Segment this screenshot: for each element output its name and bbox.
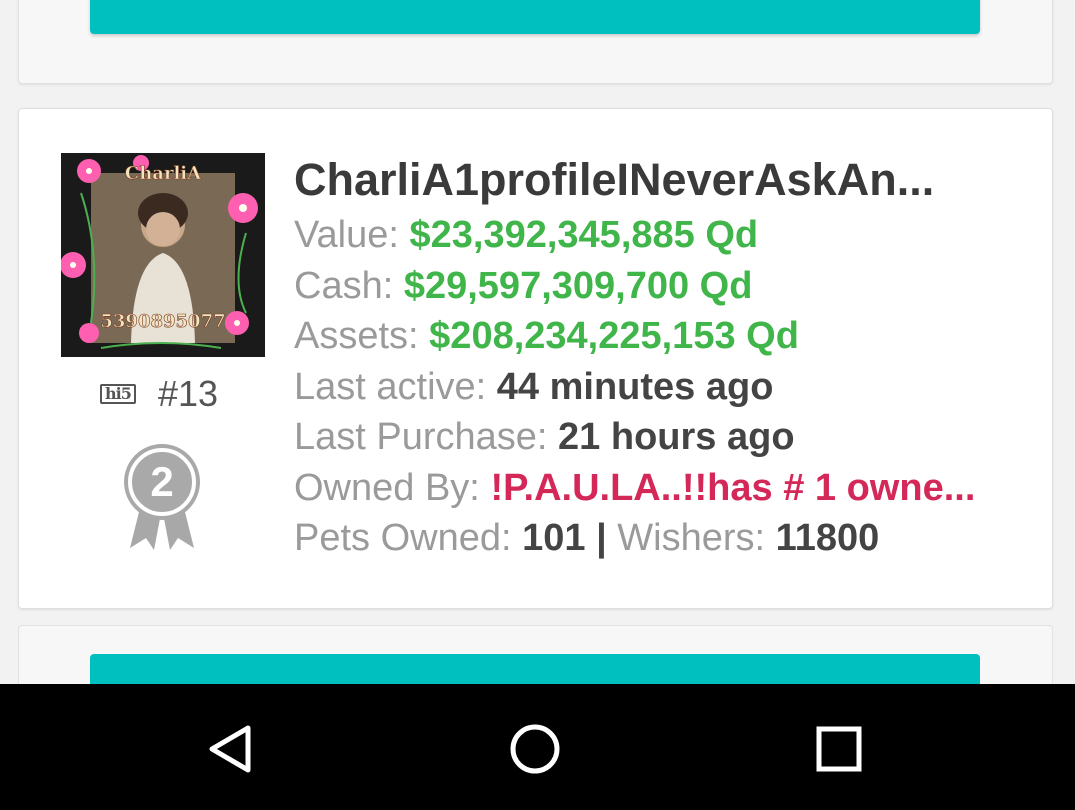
- recents-icon[interactable]: [804, 714, 874, 784]
- wishers-label: Wishers:: [617, 517, 766, 559]
- previous-card-action-button[interactable]: [90, 0, 980, 34]
- cash-label: Cash:: [294, 264, 394, 307]
- assets-row: Assets: $208,234,225,153 Qd: [294, 311, 1014, 362]
- last-purchase-label: Last Purchase:: [294, 416, 548, 458]
- android-navigation-bar: [0, 684, 1075, 810]
- last-active-row: Last active: 44 minutes ago: [294, 362, 1014, 413]
- cash-amount: $29,597,309,700 Qd: [403, 264, 753, 307]
- avatar[interactable]: CharliA 5390895077: [61, 153, 265, 357]
- last-active-value: 44 minutes ago: [496, 365, 774, 408]
- last-purchase-row: Last Purchase: 21 hours ago: [294, 412, 1014, 463]
- profile-name[interactable]: CharliA1profileINeverAskAn...: [294, 150, 1014, 210]
- owned-by-row: Owned By: !P.A.U.LA..!!has # 1 owne...: [294, 463, 1014, 514]
- value-row: Value: $23,392,345,885 Qd: [294, 210, 1014, 261]
- rank-number: #13: [158, 373, 219, 414]
- owned-by-label: Owned By:: [294, 466, 480, 509]
- pets-owned-label: Pets Owned:: [294, 517, 512, 559]
- last-purchase-value: 21 hours ago: [558, 416, 795, 458]
- pets-wishers-row: Pets Owned: 101 | Wishers: 11800: [294, 513, 1014, 564]
- pets-owned-value: 101: [522, 517, 586, 559]
- cash-row: Cash: $29,597,309,700 Qd: [294, 261, 1014, 312]
- home-icon[interactable]: [500, 714, 570, 784]
- ribbon-badge-icon: 2: [120, 440, 204, 552]
- profile-info: CharliA1profileINeverAskAn... Value: $23…: [294, 150, 1014, 564]
- badge-number: 2: [150, 458, 173, 505]
- hi5-logo-icon: hi5: [100, 383, 150, 405]
- value-label: Value:: [294, 214, 399, 256]
- value-amount: $23,392,345,885 Qd: [409, 214, 759, 256]
- page: CharliA 5390895077 hi5 #13 2 CharliA1pro…: [0, 0, 1075, 810]
- assets-label: Assets:: [294, 315, 419, 357]
- owner-link[interactable]: !P.A.U.LA..!!has # 1 owne...: [490, 467, 975, 509]
- rank-row: hi5 #13: [100, 372, 240, 416]
- separator: |: [596, 517, 607, 559]
- avatar-caption-bottom: 5390895077: [100, 311, 225, 332]
- last-active-label: Last active:: [294, 365, 487, 408]
- back-icon[interactable]: [198, 714, 268, 784]
- wishers-value: 11800: [775, 517, 880, 559]
- avatar-image: CharliA 5390895077: [61, 153, 265, 357]
- avatar-caption-top: CharliA: [125, 163, 202, 184]
- assets-amount: $208,234,225,153 Qd: [429, 315, 799, 357]
